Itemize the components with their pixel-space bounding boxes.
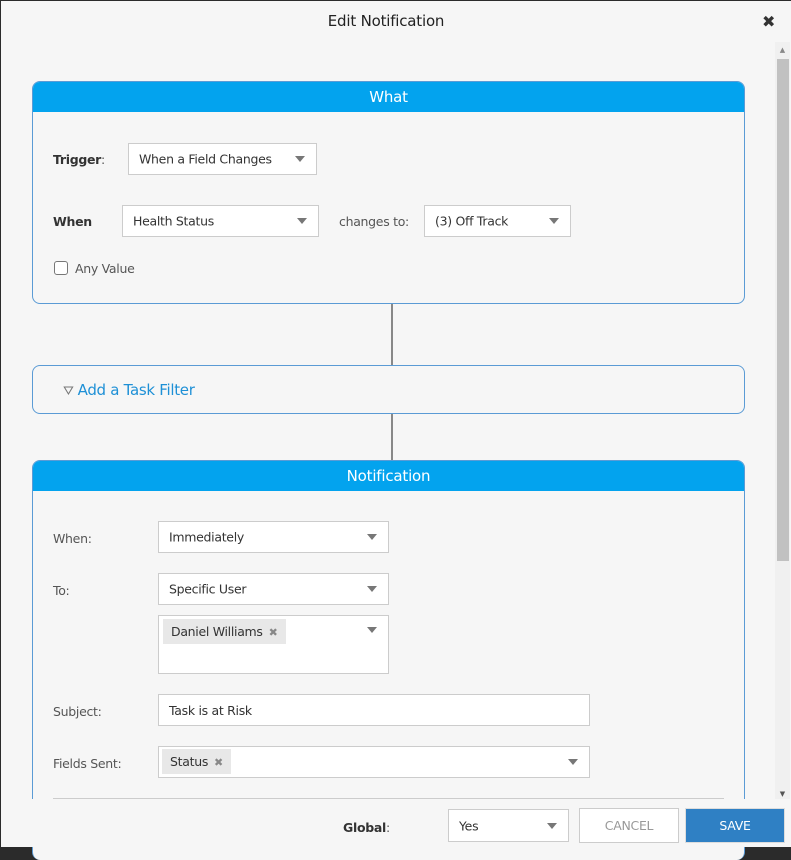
close-icon[interactable]: ✖ [762, 13, 776, 31]
scroll-up-icon[interactable]: ▲ [775, 42, 790, 58]
scroll-thumb[interactable] [777, 59, 789, 561]
notify-when-label: When: [53, 531, 92, 546]
fields-sent-label: Fields Sent: [53, 756, 122, 771]
to-label: To: [53, 583, 70, 598]
dialog-footer: Global: Yes CANCEL SAVE [1, 799, 791, 847]
add-task-filter-link[interactable]: ⛛ Add a Task Filter [63, 381, 195, 399]
recipient-tag: Daniel Williams ✖ [163, 619, 286, 644]
global-select[interactable]: Yes [448, 809, 569, 842]
what-panel: What Trigger: When a Field Changes When … [32, 81, 745, 304]
what-panel-header: What [33, 82, 744, 112]
recipients-multiselect[interactable]: Daniel Williams ✖ [158, 615, 389, 674]
field-tag: Status ✖ [162, 749, 231, 774]
field-select[interactable]: Health Status [122, 205, 319, 237]
chevron-down-icon [547, 822, 557, 829]
remove-tag-icon[interactable]: ✖ [214, 756, 223, 769]
task-filter-panel: ⛛ Add a Task Filter [32, 365, 745, 414]
connector-line [391, 304, 393, 365]
trigger-select[interactable]: When a Field Changes [128, 143, 317, 175]
chevron-down-icon [568, 759, 578, 765]
subject-label: Subject: [53, 704, 102, 719]
dialog-title: Edit Notification [327, 12, 445, 30]
edit-notification-dialog: Edit Notification ✖ What Trigger: When a… [1, 1, 791, 860]
notification-panel-header: Notification [33, 461, 744, 491]
subject-input[interactable]: Task is at Risk [158, 694, 590, 726]
fields-sent-multiselect[interactable]: Status ✖ [158, 746, 590, 778]
changes-to-label: changes to: [339, 214, 409, 229]
chevron-down-icon [295, 156, 305, 162]
when-label: When [53, 214, 92, 229]
to-select[interactable]: Specific User [158, 573, 389, 605]
changes-to-select[interactable]: (3) Off Track [424, 205, 571, 237]
chevron-down-icon [297, 218, 307, 224]
chevron-down-icon [367, 586, 377, 592]
connector-line [391, 414, 393, 460]
filter-icon: ⛛ [63, 384, 74, 399]
save-button[interactable]: SAVE [685, 808, 785, 843]
cancel-button[interactable]: CANCEL [579, 808, 679, 843]
trigger-label: Trigger: [53, 152, 105, 167]
chevron-down-icon [367, 534, 377, 540]
remove-tag-icon[interactable]: ✖ [269, 626, 278, 639]
any-value-checkbox[interactable] [54, 261, 68, 275]
chevron-down-icon [549, 218, 559, 224]
chevron-down-icon [367, 627, 377, 633]
notify-when-select[interactable]: Immediately [158, 521, 389, 553]
global-label: Global: [343, 820, 390, 835]
any-value-label: Any Value [75, 261, 135, 276]
scrollbar[interactable]: ▲ ▼ [775, 42, 790, 802]
